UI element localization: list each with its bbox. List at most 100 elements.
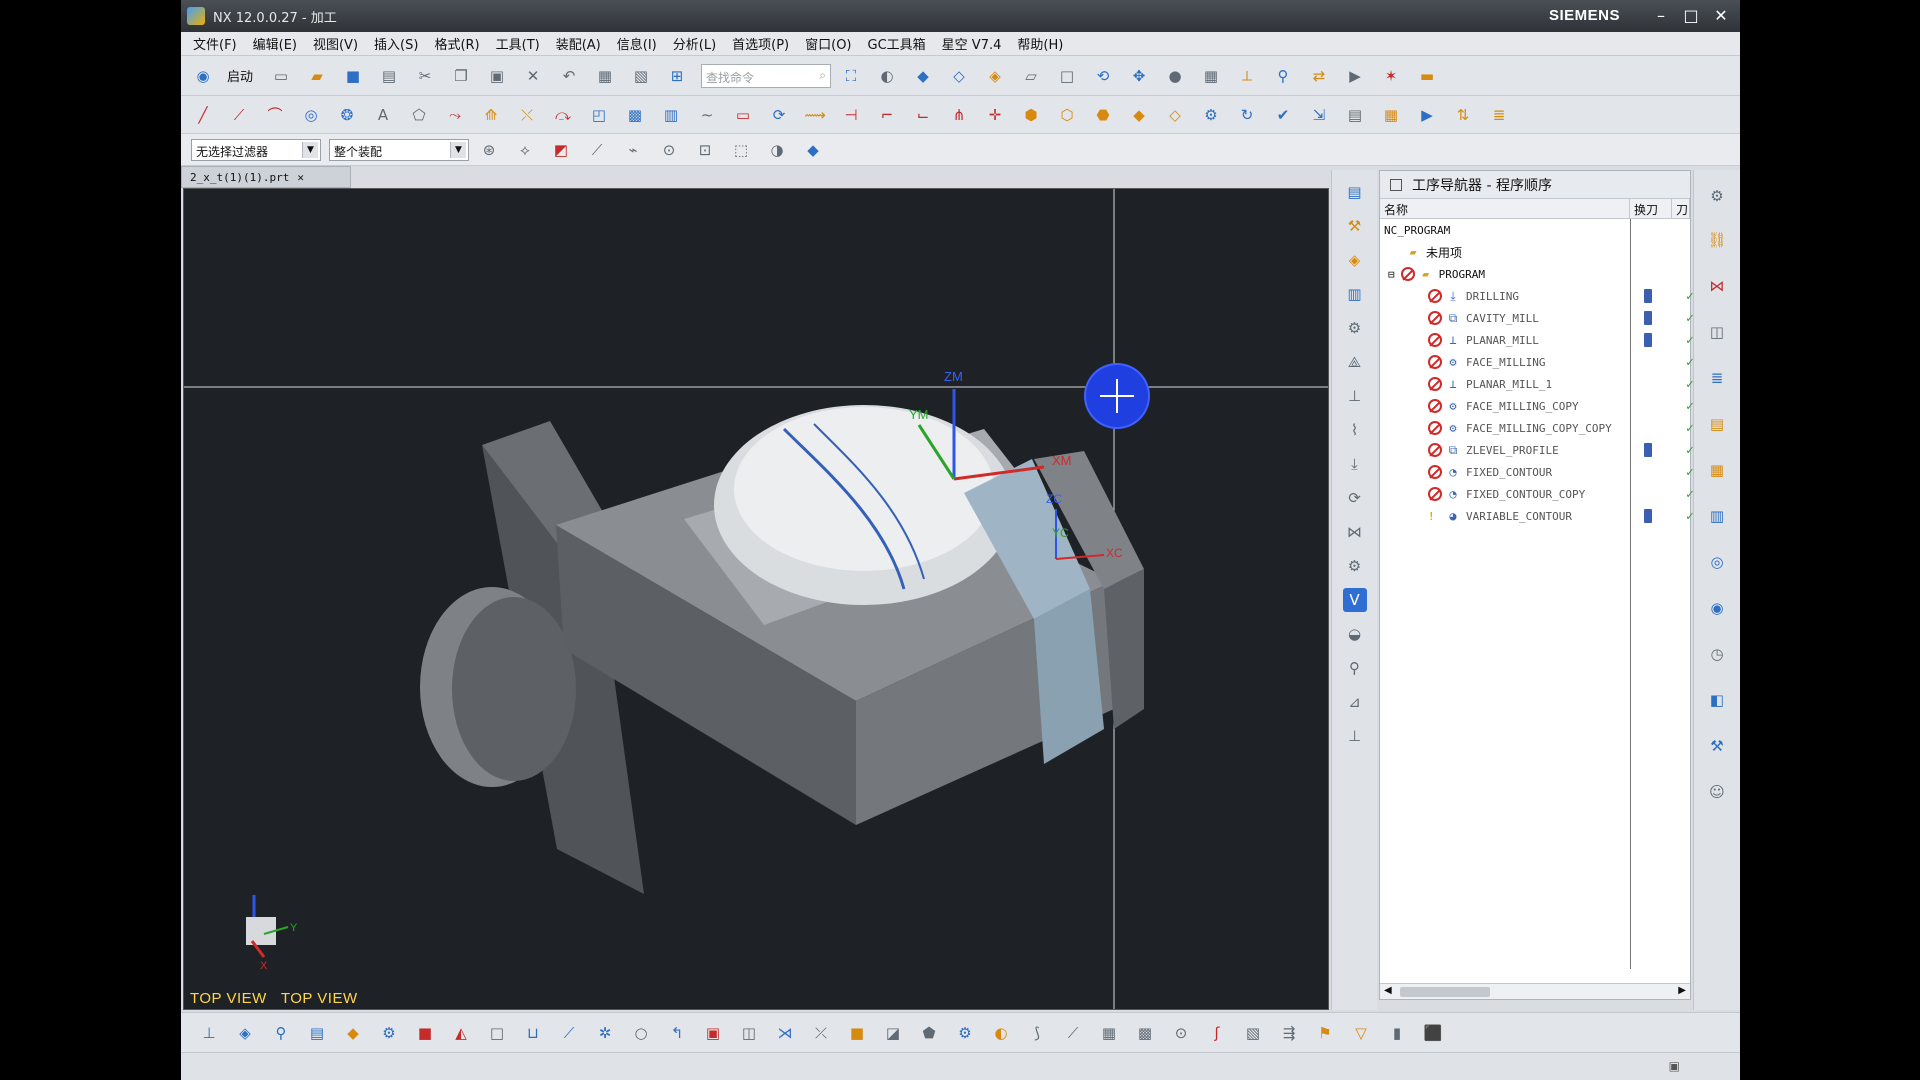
bottom-tool-27-icon[interactable]: ▩ xyxy=(1133,1021,1157,1045)
view-orient-icon[interactable]: ▱ xyxy=(1019,64,1043,88)
tree-unused[interactable]: ▰ 未用项 xyxy=(1380,241,1690,263)
bottom-tool-25-icon[interactable]: ⟋ xyxy=(1061,1021,1085,1045)
fit-view-icon[interactable]: ⛶ xyxy=(839,64,863,88)
maximize-icon[interactable]: □ xyxy=(1680,4,1702,26)
status-window-icon[interactable]: ▣ xyxy=(1669,1059,1680,1073)
table-icon[interactable]: ▦ xyxy=(1199,64,1223,88)
box-select-icon[interactable]: ⬚ xyxy=(729,138,753,162)
bottom-tool-3-icon[interactable]: ⚲ xyxy=(269,1021,293,1045)
bottom-tool-11-icon[interactable]: ⟋ xyxy=(557,1021,581,1045)
selection-filter-select[interactable]: 无选择过滤器 ▼ xyxy=(191,138,321,161)
menu-preferences[interactable]: 首选项(P) xyxy=(732,34,789,53)
corner-icon[interactable]: ⌙ xyxy=(911,103,935,127)
bottom-tool-18-icon[interactable]: ⤫ xyxy=(809,1021,833,1045)
tree-program[interactable]: ⊟ ▰ PROGRAM xyxy=(1380,263,1690,285)
spiral-icon[interactable]: ❂ xyxy=(335,103,359,127)
output-cldata-icon[interactable]: ▦ xyxy=(1379,103,1403,127)
pan-view-icon[interactable]: ✥ xyxy=(1127,64,1151,88)
replay-toolpath-icon[interactable]: ↻ xyxy=(1235,103,1259,127)
close-icon[interactable]: ✕ xyxy=(297,171,304,184)
bottom-tool-20-icon[interactable]: ◪ xyxy=(881,1021,905,1045)
planar-op-icon[interactable]: ⊥ xyxy=(1343,384,1367,408)
operation-row[interactable]: ⤓ DRILLING ✓ xyxy=(1380,285,1694,307)
verify-toolpath-icon[interactable]: ✔ xyxy=(1271,103,1295,127)
cut-icon[interactable]: ✂ xyxy=(413,64,437,88)
chevron-right-icon[interactable]: ▶ xyxy=(1678,985,1686,996)
contour-op-icon[interactable]: ⌇ xyxy=(1343,418,1367,442)
assembly-navigator-icon[interactable]: ⛓ xyxy=(1705,228,1729,252)
column-path[interactable]: 刀 xyxy=(1672,199,1690,218)
menu-insert[interactable]: 插入(S) xyxy=(374,34,418,53)
wireframe-cube-icon[interactable]: ◇ xyxy=(947,64,971,88)
tool-path-icon[interactable]: ⇄ xyxy=(1307,64,1331,88)
machine-tool-view-icon[interactable]: ⚒ xyxy=(1343,214,1367,238)
start-menu-button[interactable]: 启动 xyxy=(227,66,253,85)
mill-op-icon[interactable]: ⚙ xyxy=(1343,554,1367,578)
window-layout-icon[interactable]: ▧ xyxy=(629,64,653,88)
operation-row[interactable]: ◔ FIXED_CONTOUR ✓ xyxy=(1380,461,1694,483)
bottom-tool-1-icon[interactable]: ⊥ xyxy=(197,1021,221,1045)
operation-row[interactable]: ⚙ FACE_MILLING_COPY ✓ xyxy=(1380,395,1694,417)
geometry-view-icon[interactable]: ◈ xyxy=(1343,248,1367,272)
thread-op-icon[interactable]: ⚲ xyxy=(1343,656,1367,680)
graphics-viewport[interactable]: ZM XM YM ZC YC XC Y X TOP VIEW TOP VIEW xyxy=(183,188,1329,1010)
undo-icon[interactable]: ↶ xyxy=(557,64,581,88)
zoom-icon[interactable]: ◐ xyxy=(875,64,899,88)
collapse-icon[interactable]: ⊟ xyxy=(1388,268,1395,281)
postprocess-icon[interactable]: ⇲ xyxy=(1307,103,1331,127)
bottom-tool-8-icon[interactable]: ◭ xyxy=(449,1021,473,1045)
intersect-curve-icon[interactable]: ⤬ xyxy=(515,103,539,127)
minimize-icon[interactable]: – xyxy=(1650,4,1672,26)
operation-row[interactable]: ⚙ FACE_MILLING ✓ xyxy=(1380,351,1694,373)
line-2-icon[interactable]: ⟋ xyxy=(227,103,251,127)
bottom-tool-15-icon[interactable]: ▣ xyxy=(701,1021,725,1045)
chevron-left-icon[interactable]: ◀ xyxy=(1384,985,1392,996)
start-icon[interactable]: ◉ xyxy=(191,64,215,88)
column-tool-change[interactable]: 换刀 xyxy=(1630,199,1672,218)
column-name[interactable]: 名称 xyxy=(1380,199,1630,218)
bottom-tool-24-icon[interactable]: ⟆ xyxy=(1025,1021,1049,1045)
menu-view[interactable]: 视图(V) xyxy=(313,34,358,53)
operation-row[interactable]: ⊥ PLANAR_MILL_1 ✓ xyxy=(1380,373,1694,395)
mesh-surface-icon[interactable]: ▩ xyxy=(623,103,647,127)
bottom-tool-5-icon[interactable]: ◆ xyxy=(341,1021,365,1045)
bottom-tool-2-icon[interactable]: ◈ xyxy=(233,1021,257,1045)
bottom-tool-34-icon[interactable]: ▮ xyxy=(1385,1021,1409,1045)
bottom-tool-10-icon[interactable]: ⊔ xyxy=(521,1021,545,1045)
ruler-icon[interactable]: ▬ xyxy=(1415,64,1439,88)
command-search-input[interactable]: 查找命令 ⌕ xyxy=(701,63,832,88)
part-navigator-icon[interactable]: ◫ xyxy=(1705,320,1729,344)
bottom-tool-9-icon[interactable]: □ xyxy=(485,1021,509,1045)
rectangle-icon[interactable]: ▭ xyxy=(731,103,755,127)
copy-icon[interactable]: ❐ xyxy=(449,64,473,88)
bottom-tool-26-icon[interactable]: ▦ xyxy=(1097,1021,1121,1045)
text-icon[interactable]: A xyxy=(371,103,395,127)
operation-row[interactable]: ⧉ ZLEVEL_PROFILE ✓ xyxy=(1380,439,1694,461)
reuse-library-icon[interactable]: ▤ xyxy=(1705,412,1729,436)
operation-row[interactable]: ◔ FIXED_CONTOUR_COPY ✓ xyxy=(1380,483,1694,505)
program-view-icon[interactable]: ⚙ xyxy=(1343,316,1367,340)
snap-icon[interactable]: ✶ xyxy=(1379,64,1403,88)
bottom-tool-4-icon[interactable]: ▤ xyxy=(305,1021,329,1045)
cube-view-icon[interactable]: ◆ xyxy=(801,138,825,162)
system-materials-icon[interactable]: ◧ xyxy=(1705,688,1729,712)
bottom-tool-22-icon[interactable]: ⚙ xyxy=(953,1021,977,1045)
search-icon[interactable]: ⌕ xyxy=(819,68,826,83)
settings-gear-icon[interactable]: ⚙ xyxy=(1705,184,1729,208)
bottom-tool-13-icon[interactable]: ○ xyxy=(629,1021,653,1045)
tool-list-icon[interactable]: ≣ xyxy=(1487,103,1511,127)
create-program-icon[interactable]: ⬡ xyxy=(1055,103,1079,127)
chevron-down-icon[interactable]: ▼ xyxy=(450,141,466,158)
bottom-tool-7-icon[interactable]: ■ xyxy=(413,1021,437,1045)
menu-gc-toolbox[interactable]: GC工具箱 xyxy=(868,34,926,53)
web-browser-icon[interactable]: ◎ xyxy=(1705,550,1729,574)
clock-icon[interactable]: ◷ xyxy=(1705,642,1729,666)
line-icon[interactable]: ╱ xyxy=(191,103,215,127)
menu-xingkong[interactable]: 星空 V7.4 xyxy=(942,34,1002,53)
extrude-icon[interactable]: ▥ xyxy=(659,103,683,127)
simulate-icon[interactable]: ▶ xyxy=(1415,103,1439,127)
operation-navigator-icon[interactable]: ▤ xyxy=(1343,180,1367,204)
create-operation-icon[interactable]: ⬢ xyxy=(1019,103,1043,127)
cylinder-icon[interactable]: ◎ xyxy=(299,103,323,127)
print-icon[interactable]: ▤ xyxy=(377,64,401,88)
